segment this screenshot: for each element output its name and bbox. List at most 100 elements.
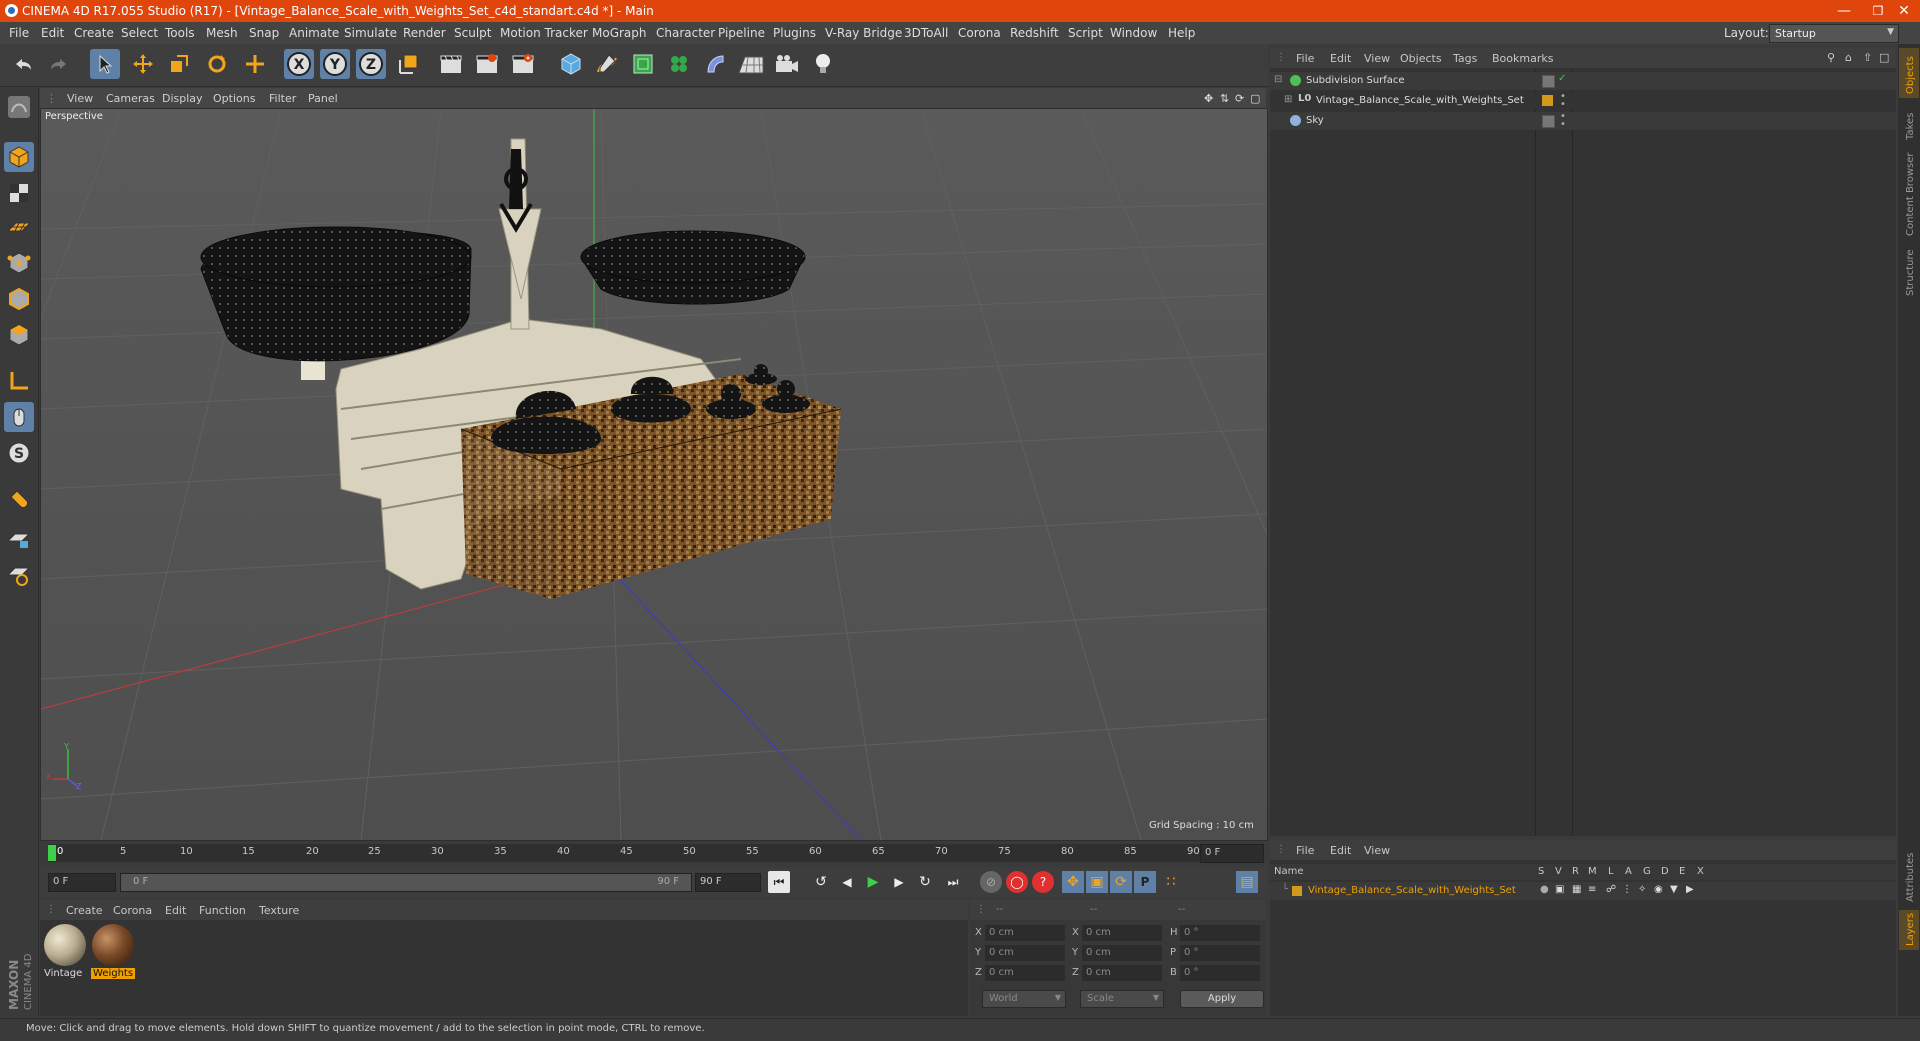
layer-color-icon[interactable] [1542,95,1553,106]
x-axis-lock-button[interactable]: X [284,49,314,79]
key-pla-button[interactable]: ∷ [1160,871,1182,893]
menu-simulate[interactable]: Simulate [344,26,397,40]
editor-visibility-icon[interactable] [1542,75,1555,88]
rotate-tool-button[interactable] [202,49,232,79]
previous-key-button[interactable]: ↺ [810,871,832,893]
previous-frame-button[interactable]: ◀ [836,871,858,893]
texture-mode-button[interactable] [4,178,34,208]
rotation-b-field[interactable]: 0 ° [1180,965,1260,981]
material-menu-edit[interactable]: Edit [165,904,186,917]
tab-attributes[interactable]: Attributes [1899,844,1919,906]
record-active-button[interactable]: ◯ [1006,871,1028,893]
viewport-move-icon[interactable]: ✥ [1204,92,1213,105]
menu-character[interactable]: Character [656,26,715,40]
viewport-rotate-icon[interactable]: ⟳ [1235,92,1244,105]
home-icon[interactable]: ⌂ [1845,51,1852,64]
visibility-dots-icon[interactable]: • • [1560,92,1566,110]
layer-row[interactable]: └ Vintage_Balance_Scale_with_Weights_Set… [1270,882,1896,900]
timeline-ruler[interactable]: 0 5 10 15 20 25 30 35 40 45 50 55 60 65 … [40,841,1266,865]
layer-menu-view[interactable]: View [1364,844,1390,857]
goto-start-button[interactable]: ⏮ [768,871,790,893]
cube-primitive-button[interactable] [556,49,586,79]
scale-tool-button[interactable] [164,49,194,79]
live-selection-button[interactable] [90,49,120,79]
undo-button[interactable] [8,49,38,79]
key-scale-button[interactable]: ▣ [1086,871,1108,893]
render-toggle-icon[interactable]: ▦ [1572,884,1581,895]
end-frame-field[interactable]: 90 F [695,873,761,892]
menu-corona[interactable]: Corona [958,26,1001,40]
menu-snap[interactable]: Snap [249,26,279,40]
timeline-window-button[interactable]: ▤ [1236,871,1258,893]
transform-tool-button[interactable] [240,49,270,79]
menu-animate[interactable]: Animate [289,26,339,40]
solo-toggle-icon[interactable]: ● [1540,884,1549,895]
y-axis-lock-button[interactable]: Y [320,49,350,79]
planar-workplane-button[interactable] [4,560,34,590]
polygons-mode-button[interactable] [4,320,34,350]
menu-edit[interactable]: Edit [41,26,64,40]
layer-menu-file[interactable]: File [1296,844,1314,857]
close-button[interactable]: ✕ [1884,2,1920,20]
start-frame-field[interactable]: 0 F [48,873,116,892]
object-menu-bookmarks[interactable]: Bookmarks [1492,52,1553,65]
key-parameter-button[interactable]: P [1134,871,1156,893]
z-axis-lock-button[interactable]: Z [356,49,386,79]
viewport-menu-display[interactable]: Display [162,92,203,105]
menu-help[interactable]: Help [1168,26,1195,40]
rotation-p-field[interactable]: 0 ° [1180,945,1260,961]
position-y-field[interactable]: 0 cm [985,945,1065,961]
size-x-field[interactable]: 0 cm [1082,925,1162,941]
search-icon[interactable]: ⚲ [1827,51,1835,64]
menu-window[interactable]: Window [1110,26,1157,40]
material-menu-texture[interactable]: Texture [259,904,299,917]
layer-menu-edit[interactable]: Edit [1330,844,1351,857]
locked-workplane-button[interactable] [4,524,34,554]
model-mode-button[interactable] [4,142,34,172]
menu-pipeline[interactable]: Pipeline [718,26,765,40]
editor-visibility-icon[interactable] [1542,115,1555,128]
menu-render[interactable]: Render [403,26,446,40]
autokey-button[interactable]: ? [1032,871,1054,893]
snapping-button[interactable] [4,484,34,514]
next-frame-button[interactable]: ▶ [888,871,910,893]
apply-button[interactable]: Apply [1180,990,1264,1008]
material-menu-create[interactable]: Create [66,904,103,917]
menu-redshift[interactable]: Redshift [1010,26,1059,40]
goto-end-button[interactable]: ⏭ [942,871,964,893]
coordinate-system-button[interactable] [394,49,424,79]
object-menu-tags[interactable]: Tags [1453,52,1477,65]
material-menu-function[interactable]: Function [199,904,246,917]
rotation-h-field[interactable]: 0 ° [1180,925,1260,941]
position-z-field[interactable]: 0 cm [985,965,1065,981]
subdivision-surface-button[interactable] [628,49,658,79]
expand-icon[interactable]: ⊞ [1284,94,1292,105]
render-settings-button[interactable] [508,49,538,79]
perspective-viewport[interactable]: Perspective Y X Z Grid Spacing : 10 cm [40,108,1268,841]
spline-pen-button[interactable] [592,49,622,79]
position-x-field[interactable]: 0 cm [985,925,1065,941]
object-row[interactable]: ⊟ Subdivision Surface ✓ [1270,72,1896,90]
menu-sculpt[interactable]: Sculpt [454,26,491,40]
material-swatch-vintage[interactable]: Vintage [42,924,88,984]
deformer-button[interactable] [700,49,730,79]
layout-dropdown[interactable]: Startup ▼ [1769,24,1899,43]
menu-motion-tracker[interactable]: Motion Tracker [500,26,588,40]
generators-toggle-icon[interactable]: ✧ [1638,884,1646,895]
render-view-button[interactable] [436,49,466,79]
size-z-field[interactable]: 0 cm [1082,965,1162,981]
menu-select[interactable]: Select [121,26,158,40]
floor-button[interactable] [736,49,766,79]
xref-toggle-icon[interactable]: ▶ [1686,884,1694,895]
visibility-dots-icon[interactable]: • • [1560,112,1566,130]
manager-toggle-icon[interactable]: ≡ [1588,884,1596,895]
lock-toggle-icon[interactable]: ☍ [1606,884,1616,895]
tab-content-browser[interactable]: Content Browser [1899,148,1919,240]
make-editable-button[interactable] [4,92,34,122]
menu-3dtoall[interactable]: 3DToAll [904,26,948,40]
axis-mode-button[interactable] [4,366,34,396]
play-button[interactable]: ▶ [862,871,884,893]
key-position-button[interactable]: ✥ [1062,871,1084,893]
viewport-zoom-icon[interactable]: ⇅ [1220,92,1229,105]
solo-mode-button[interactable]: S [4,438,34,468]
